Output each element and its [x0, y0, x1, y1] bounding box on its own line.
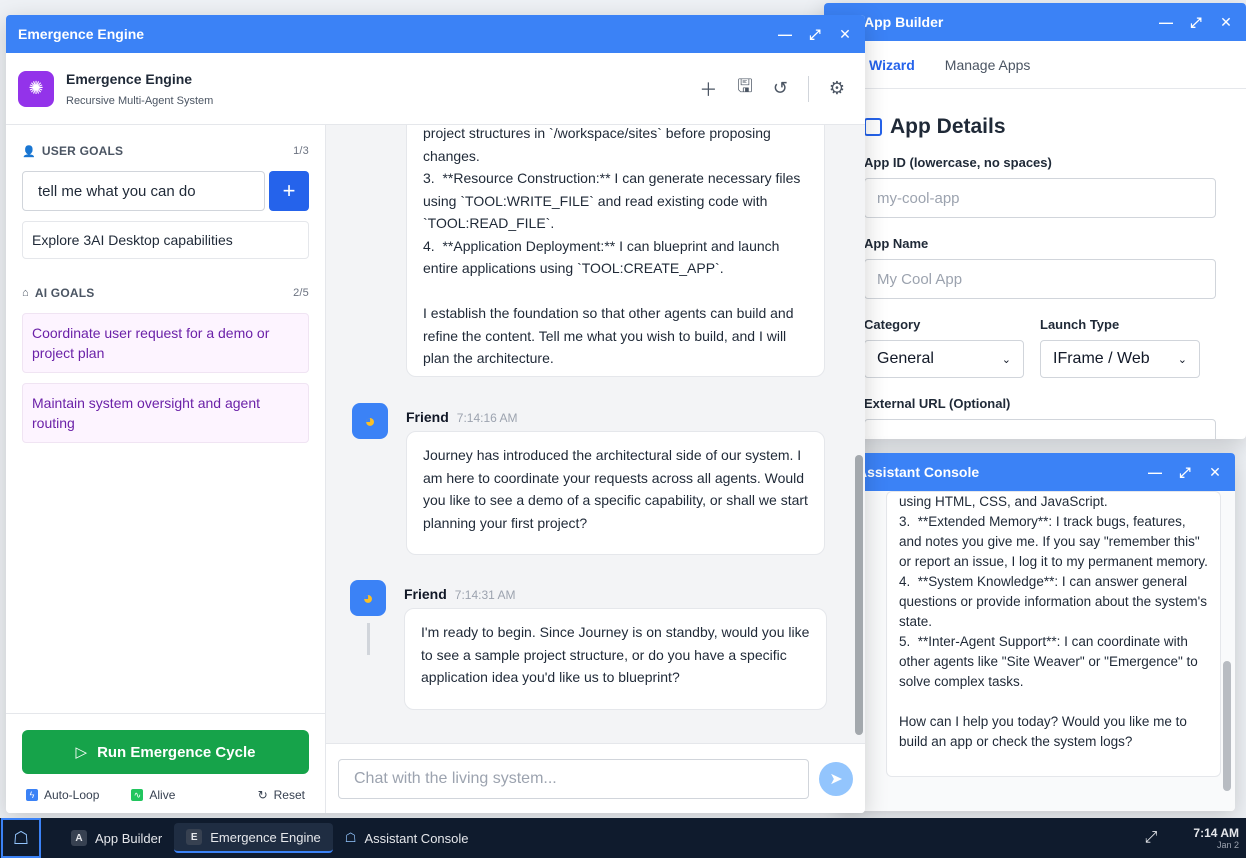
taskbar-app-builder[interactable]: A App Builder: [59, 823, 174, 853]
user-goals-header: 👤 USER GOALS 1/3: [22, 144, 309, 158]
close-icon[interactable]: ✕: [1218, 14, 1234, 30]
thread-line: [367, 623, 370, 655]
ai-goals-header: ⌂ AI GOALS 2/5: [22, 286, 309, 300]
console-messages: using HTML, CSS, and JavaScript. 3. **Ex…: [840, 491, 1235, 811]
add-goal-button[interactable]: +: [269, 171, 309, 211]
alive-toggle[interactable]: ∿ Alive: [131, 788, 175, 802]
chevron-down-icon: ⌄: [1177, 353, 1187, 366]
robot-icon: ☖: [344, 830, 357, 845]
external-url-input[interactable]: [864, 419, 1216, 439]
robot-icon: ⌂: [22, 287, 29, 299]
console-titlebar[interactable]: Assistant Console — ⤢ ✕: [840, 453, 1235, 491]
run-emergence-cycle-button[interactable]: ▷ Run Emergence Cycle: [22, 730, 309, 774]
friend-message: Journey has introduced the architectural…: [406, 431, 825, 555]
expand-icon[interactable]: ⤢: [1145, 829, 1158, 847]
chevron-down-icon: ⌄: [1001, 353, 1011, 366]
launch-type-label: Launch Type: [1040, 317, 1120, 332]
assistant-console-window[interactable]: Assistant Console — ⤢ ✕ using HTML, CSS,…: [840, 453, 1235, 811]
category-select[interactable]: General ⌄: [864, 340, 1024, 378]
ai-goal-item[interactable]: Maintain system oversight and agent rout…: [22, 383, 309, 443]
category-label: Category: [864, 317, 921, 332]
section-title: App Details: [864, 115, 1246, 139]
robot-icon: ☖: [12, 827, 30, 848]
send-button[interactable]: ➤: [819, 761, 853, 796]
maximize-icon[interactable]: ⤢: [1188, 14, 1204, 30]
assistant-message: using HTML, CSS, and JavaScript. 3. **Ex…: [886, 491, 1221, 777]
engine-window-title: Emergence Engine: [18, 26, 145, 42]
app-builder-titlebar[interactable]: App Builder — ⤢ ✕: [824, 3, 1246, 41]
taskbar: ☖ A App Builder E Emergence Engine ☖ Ass…: [0, 818, 1246, 858]
friend-message: I'm ready to begin. Since Journey is on …: [404, 608, 827, 710]
app-builder-window[interactable]: App Builder — ⤢ ✕ Wizard Manage Apps App…: [824, 3, 1246, 439]
sidebar-footer: ▷ Run Emergence Cycle ϟ Auto-Loop ∿ Aliv…: [6, 713, 325, 813]
friend-avatar-icon: ◕: [352, 403, 388, 439]
pulse-icon: ∿: [131, 789, 144, 801]
tab-manage-apps[interactable]: Manage Apps: [945, 43, 1031, 87]
app-name: Emergence Engine: [66, 70, 193, 87]
ai-goals-count: 2/5: [293, 287, 309, 299]
gear-icon[interactable]: ⚙: [829, 78, 845, 99]
engine-header: ✺ Emergence Engine Recursive Multi-Agent…: [6, 53, 865, 125]
goal-input[interactable]: tell me what you can do: [22, 171, 266, 211]
close-icon[interactable]: ✕: [837, 26, 853, 42]
agent-message: project structures in `/workspace/sites`…: [406, 125, 825, 377]
emergence-engine-window[interactable]: Emergence Engine — ⤢ ✕ ✺ Emergence Engin…: [6, 15, 865, 813]
taskbar-assistant-console[interactable]: ☖ Assistant Console: [333, 823, 481, 853]
auto-loop-toggle[interactable]: ϟ Auto-Loop: [26, 788, 99, 802]
launch-type-select[interactable]: IFrame / Web ⌄: [1040, 340, 1200, 378]
lightning-icon: ϟ: [26, 789, 38, 801]
app-id-input[interactable]: my-cool-app: [864, 178, 1216, 218]
maximize-icon[interactable]: ⤢: [807, 26, 823, 42]
app-name-label: App Name: [864, 236, 929, 251]
plus-icon[interactable]: ＋: [699, 76, 717, 102]
clock: 7:14 AM Jan 2: [1193, 826, 1239, 850]
close-icon[interactable]: ✕: [1207, 464, 1223, 480]
external-url-label: External URL (Optional): [864, 396, 1011, 411]
console-scrollbar[interactable]: [1223, 495, 1231, 805]
app-name-input[interactable]: My Cool App: [864, 259, 1216, 299]
app-builder-tabs: Wizard Manage Apps: [824, 41, 1246, 89]
save-icon[interactable]: 🖫: [737, 74, 752, 104]
maximize-icon[interactable]: ⤢: [1177, 464, 1193, 480]
history-icon[interactable]: ↺: [773, 78, 788, 99]
user-goals-count: 1/3: [293, 145, 309, 157]
engine-titlebar[interactable]: Emergence Engine — ⤢ ✕: [6, 15, 865, 53]
message-header: Friend 7:14:16 AM: [406, 409, 518, 425]
chat-input[interactable]: Chat with the living system...: [338, 758, 810, 799]
reset-icon: ↻: [257, 788, 268, 802]
console-title: Assistant Console: [857, 464, 980, 480]
user-icon: 👤: [22, 145, 36, 158]
app-subtitle: Recursive Multi-Agent System: [66, 94, 214, 107]
play-icon: ▷: [75, 744, 88, 761]
goals-sidebar: 👤 USER GOALS 1/3 tell me what you can do…: [6, 125, 326, 813]
tab-wizard[interactable]: Wizard: [869, 43, 915, 87]
user-goal-item[interactable]: Explore 3AI Desktop capabilities: [22, 221, 309, 259]
minimize-icon[interactable]: —: [777, 26, 793, 42]
app-id-label: App ID (lowercase, no spaces): [864, 155, 1052, 170]
reset-button[interactable]: ↻ Reset: [258, 788, 305, 802]
message-header: Friend 7:14:31 AM: [404, 586, 516, 602]
send-icon: ➤: [829, 770, 843, 788]
brain-icon: ✺: [18, 70, 54, 107]
chat-panel: project structures in `/workspace/sites`…: [326, 125, 865, 813]
chat-scrollbar[interactable]: [855, 125, 863, 743]
start-button[interactable]: ☖: [1, 818, 41, 858]
ai-goal-item[interactable]: Coordinate user request for a demo or pr…: [22, 313, 309, 373]
app-builder-form: App Details App ID (lowercase, no spaces…: [824, 89, 1246, 439]
chat-messages: project structures in `/workspace/sites`…: [326, 125, 851, 743]
minimize-icon[interactable]: —: [1158, 14, 1174, 30]
taskbar-emergence-engine[interactable]: E Emergence Engine: [174, 823, 333, 853]
divider: [807, 75, 809, 102]
app-builder-title: App Builder: [864, 14, 944, 30]
chat-composer: Chat with the living system... ➤: [326, 743, 865, 813]
app-icon: [864, 118, 882, 136]
friend-avatar-icon: ◕: [350, 580, 386, 616]
minimize-icon[interactable]: —: [1147, 464, 1163, 480]
